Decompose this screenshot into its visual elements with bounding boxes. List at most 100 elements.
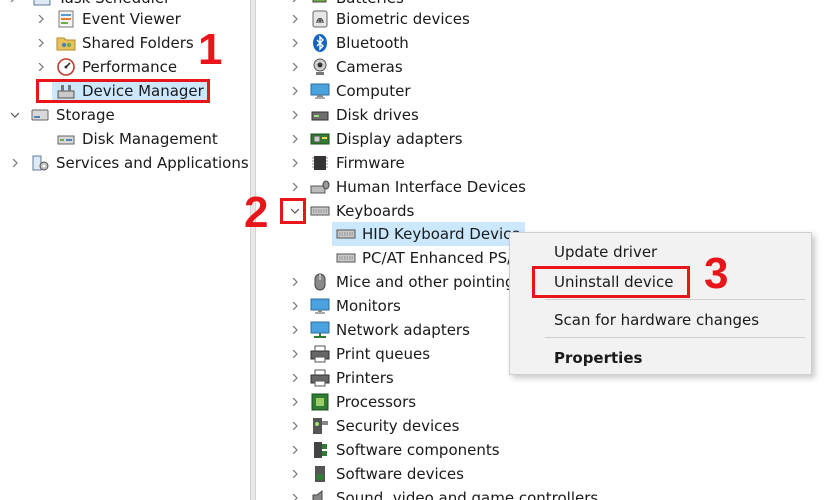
tree-item-shared-folders[interactable]: Shared Folders	[38, 31, 194, 55]
chevron-right-icon[interactable]	[290, 103, 300, 127]
category-label: Keyboards	[336, 202, 415, 220]
category-label: Disk drives	[336, 106, 419, 124]
chevron-right-icon[interactable]	[36, 31, 46, 55]
tree-item-disk-management[interactable]: Disk Management	[56, 127, 218, 151]
tree-item-label: Performance	[82, 58, 178, 76]
context-menu: Update driver Uninstall device Scan for …	[509, 232, 812, 375]
disk-drive-icon	[310, 105, 330, 125]
chevron-down-icon[interactable]	[10, 103, 20, 127]
category-mice[interactable]: Mice and other pointing	[292, 270, 515, 294]
chevron-right-icon[interactable]	[290, 366, 300, 390]
chevron-right-icon[interactable]	[290, 414, 300, 438]
category-label: Processors	[336, 393, 417, 411]
chevron-right-icon[interactable]	[290, 318, 300, 342]
category-printers[interactable]: Printers	[292, 366, 394, 390]
device-label: HID Keyboard Device	[362, 225, 521, 243]
annotation-number-2: 2	[244, 188, 269, 237]
annotation-number-1: 1	[198, 25, 223, 74]
menu-separator	[545, 299, 805, 300]
category-computer[interactable]: Computer	[292, 79, 411, 103]
chevron-right-icon[interactable]	[290, 175, 300, 199]
menu-properties[interactable]: Properties	[554, 347, 642, 369]
chevron-right-icon[interactable]	[290, 127, 300, 151]
tree-item-storage[interactable]: Storage	[11, 103, 115, 127]
fingerprint-icon	[310, 9, 330, 29]
category-monitors[interactable]: Monitors	[292, 294, 401, 318]
event-viewer-icon	[56, 9, 76, 29]
chevron-right-icon[interactable]	[290, 270, 300, 294]
chevron-right-icon[interactable]	[290, 438, 300, 462]
security-device-icon	[310, 416, 330, 436]
chevron-right-icon[interactable]	[290, 55, 300, 79]
tree-item-label: Services and Applications	[56, 154, 249, 172]
chevron-right-icon[interactable]	[10, 151, 20, 175]
category-bluetooth[interactable]: Bluetooth	[292, 31, 409, 55]
category-label: Human Interface Devices	[336, 178, 526, 196]
menu-update-driver[interactable]: Update driver	[554, 241, 657, 263]
chevron-right-icon[interactable]	[290, 390, 300, 414]
category-label: Firmware	[336, 154, 405, 172]
category-software-components[interactable]: Software components	[292, 438, 500, 462]
keyboard-device-icon	[336, 248, 356, 268]
category-label: Network adapters	[336, 321, 470, 339]
firmware-icon	[310, 153, 330, 173]
category-label: Display adapters	[336, 130, 463, 148]
device-hid-keyboard[interactable]: HID Keyboard Device	[332, 222, 525, 246]
chevron-right-icon[interactable]	[290, 486, 300, 500]
tree-item-performance[interactable]: Performance	[38, 55, 178, 79]
category-label: Monitors	[336, 297, 401, 315]
category-network-adapters[interactable]: Network adapters	[292, 318, 470, 342]
category-software-devices[interactable]: Software devices	[292, 462, 464, 486]
category-human-interface-devices[interactable]: Human Interface Devices	[292, 175, 526, 199]
chevron-right-icon[interactable]	[290, 31, 300, 55]
printer-icon	[310, 368, 330, 388]
category-disk-drives[interactable]: Disk drives	[292, 103, 419, 127]
sound-icon	[310, 488, 330, 500]
category-firmware[interactable]: Firmware	[292, 151, 405, 175]
device-label: PC/AT Enhanced PS/2	[362, 249, 522, 267]
category-print-queues[interactable]: Print queues	[292, 342, 430, 366]
category-biometric-devices[interactable]: Biometric devices	[292, 7, 470, 31]
category-label: Mice and other pointing	[336, 273, 515, 291]
menu-separator	[545, 337, 805, 338]
category-label: Cameras	[336, 58, 403, 76]
chevron-right-icon[interactable]	[36, 7, 46, 31]
disk-management-icon	[56, 129, 76, 149]
chevron-right-icon[interactable]	[290, 342, 300, 366]
keyboard-device-icon	[336, 224, 356, 244]
chevron-right-icon[interactable]	[290, 151, 300, 175]
monitor-icon	[310, 296, 330, 316]
category-display-adapters[interactable]: Display adapters	[292, 127, 463, 151]
display-adapter-icon	[310, 129, 330, 149]
category-label: Computer	[336, 82, 411, 100]
chevron-right-icon[interactable]	[290, 7, 300, 31]
category-cameras[interactable]: Cameras	[292, 55, 403, 79]
device-pcat-keyboard[interactable]: PC/AT Enhanced PS/2	[336, 246, 522, 270]
hid-icon	[310, 177, 330, 197]
tree-item-label: Disk Management	[82, 130, 218, 148]
tree-item-event-viewer[interactable]: Event Viewer	[38, 7, 181, 31]
chevron-right-icon[interactable]	[36, 55, 46, 79]
mouse-icon	[310, 272, 330, 292]
annotation-box-uninstall-device	[532, 266, 690, 298]
chevron-right-icon[interactable]	[290, 79, 300, 103]
category-label: Security devices	[336, 417, 460, 435]
chevron-right-icon[interactable]	[8, 0, 18, 10]
category-processors[interactable]: Processors	[292, 390, 417, 414]
category-security-devices[interactable]: Security devices	[292, 414, 460, 438]
software-device-icon	[310, 464, 330, 484]
tree-item-services-applications[interactable]: Services and Applications	[12, 151, 249, 175]
annotation-box-keyboards-chevron	[280, 198, 306, 224]
computer-icon	[310, 81, 330, 101]
annotation-box-device-manager	[36, 79, 210, 103]
menu-scan-hardware-changes[interactable]: Scan for hardware changes	[554, 309, 759, 331]
category-sound-video-game[interactable]: Sound, video and game controllers	[292, 486, 598, 500]
shared-folders-icon	[56, 33, 76, 53]
category-label: Biometric devices	[336, 10, 470, 28]
chevron-right-icon[interactable]	[290, 294, 300, 318]
tree-item-label: Shared Folders	[82, 34, 194, 52]
category-keyboards[interactable]: Keyboards	[291, 199, 415, 223]
storage-icon	[30, 105, 50, 125]
chevron-right-icon[interactable]	[290, 462, 300, 486]
category-label: Printers	[336, 369, 394, 387]
